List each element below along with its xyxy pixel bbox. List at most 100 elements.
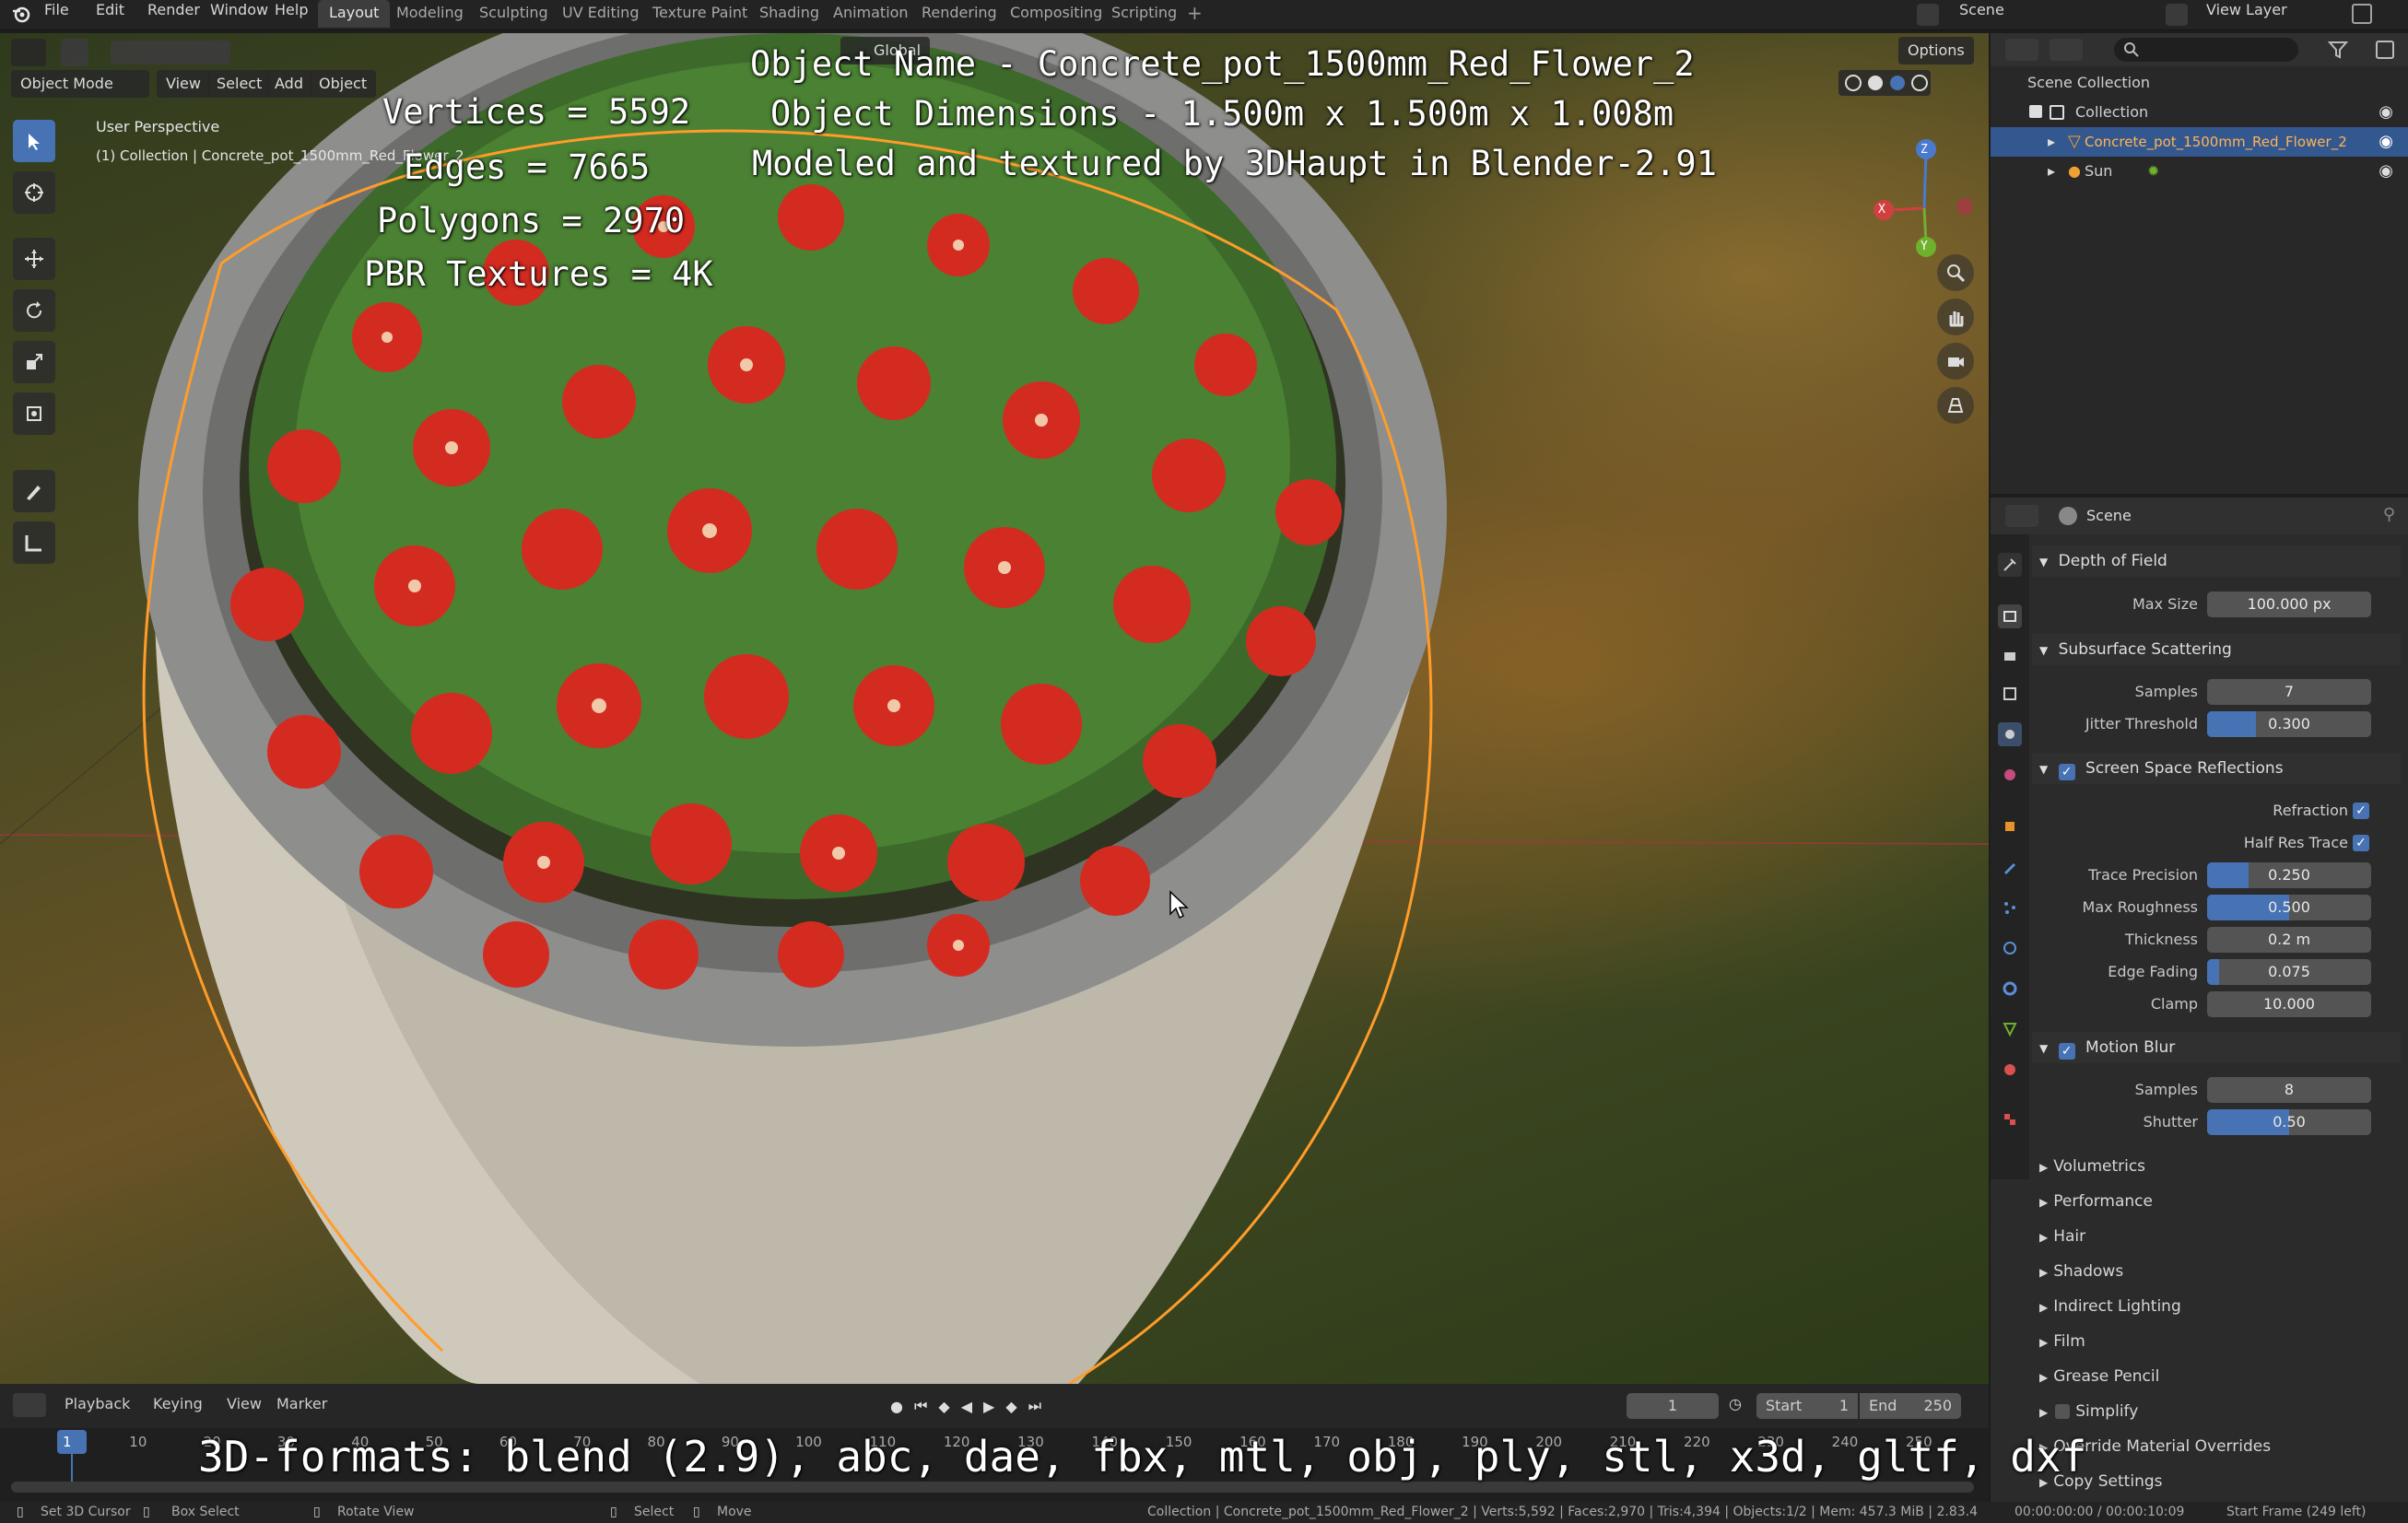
timeline-editor-icon[interactable] — [13, 1393, 46, 1417]
tool-measure[interactable] — [13, 521, 55, 564]
tool-cursor[interactable] — [13, 171, 55, 214]
camera-view-icon[interactable] — [1937, 343, 1974, 380]
tab-animation[interactable]: Animation — [822, 0, 920, 28]
expand-arrow-icon[interactable]: ▸ — [2048, 127, 2055, 157]
section-performance[interactable]: ▶ Performance — [2032, 1186, 2401, 1217]
section-motion-blur[interactable]: ▼ ✓ Motion Blur — [2032, 1032, 2401, 1063]
view-layer-icon[interactable] — [2166, 4, 2188, 26]
tab-layout[interactable]: Layout — [318, 0, 391, 28]
tab-shading[interactable]: Shading — [748, 0, 830, 28]
record-icon[interactable]: ● — [890, 1398, 903, 1415]
section-copy-settings[interactable]: ▶ Copy Settings — [2032, 1466, 2401, 1497]
clamp-field[interactable]: 10.000 — [2207, 991, 2371, 1017]
jump-end-icon[interactable]: ⏭ — [1028, 1397, 1041, 1415]
timeline-menu-marker[interactable]: Marker — [276, 1395, 327, 1412]
collection-checkbox-icon[interactable] — [2029, 105, 2042, 118]
view-layer-name[interactable]: View Layer — [2206, 0, 2287, 30]
new-view-layer-icon[interactable] — [2352, 4, 2372, 24]
tab-uv-editing[interactable]: UV Editing — [551, 0, 650, 28]
outliner-collection[interactable]: Collection ◉ — [1991, 98, 2408, 127]
section-indirect-lighting[interactable]: ▶ Indirect Lighting — [2032, 1291, 2401, 1322]
motion-blur-samples-field[interactable]: 8 — [2207, 1077, 2371, 1103]
visibility-eye-icon[interactable]: ◉ — [2379, 157, 2393, 186]
jump-start-icon[interactable]: ⏮ — [914, 1397, 927, 1415]
section-hair[interactable]: ▶ Hair — [2032, 1221, 2401, 1252]
simplify-checkbox[interactable] — [2055, 1404, 2071, 1419]
viewport-menu-view[interactable]: View — [157, 70, 210, 98]
max-roughness-slider[interactable]: 0.500 — [2207, 895, 2371, 920]
zoom-icon[interactable] — [1937, 254, 1974, 291]
current-frame-field[interactable]: 1 — [1627, 1393, 1719, 1419]
end-frame-field[interactable]: End 250 — [1860, 1393, 1961, 1419]
scene-name[interactable]: Scene — [1959, 0, 2004, 30]
start-frame-field[interactable]: Start 1 — [1756, 1393, 1858, 1419]
display-mode-icon[interactable] — [2050, 39, 2083, 61]
expand-arrow-icon[interactable]: ▸ — [2048, 157, 2055, 186]
menu-file[interactable]: File — [44, 0, 69, 30]
tool-rotate[interactable] — [13, 289, 55, 332]
timeline-menu-keying[interactable]: Keying — [153, 1395, 203, 1412]
filter-icon[interactable] — [2327, 41, 2354, 59]
section-simplify[interactable]: ▶ Simplify — [2032, 1396, 2401, 1427]
refraction-checkbox[interactable]: ✓ — [2353, 803, 2369, 819]
object-mode-dropdown[interactable]: Object Mode — [11, 70, 149, 98]
clock-icon[interactable]: ◷ — [1729, 1395, 1742, 1412]
ssr-enable-checkbox[interactable]: ✓ — [2058, 764, 2075, 780]
selection-modes-icon[interactable] — [111, 41, 230, 64]
blender-logo-icon[interactable] — [11, 4, 31, 24]
section-film[interactable]: ▶ Film — [2032, 1326, 2401, 1357]
tab-modeling[interactable]: Modeling — [385, 0, 475, 28]
output-tab-icon[interactable] — [1998, 643, 2022, 667]
section-depth-of-field[interactable]: ▼ Depth of Field — [2032, 545, 2401, 577]
timeline-scrollbar[interactable] — [11, 1482, 1974, 1493]
outliner-item-pot[interactable]: ▸ ▽ Concrete_pot_1500mm_Red_Flower_2 ◉ — [1991, 127, 2408, 157]
tab-compositing[interactable]: Compositing — [999, 0, 1113, 28]
section-screen-space-reflections[interactable]: ▼ ✓ Screen Space Reflections — [2032, 753, 2401, 784]
timeline-area[interactable]: 1 10 20 30 40 50 60 70 80 90 100 110 120 130 140 150 160… — [0, 1428, 2086, 1502]
visibility-eye-icon[interactable]: ◉ — [2379, 98, 2393, 127]
menu-window[interactable]: Window — [210, 0, 268, 30]
outliner-editor-icon[interactable] — [2005, 39, 2038, 61]
tool-tab-icon[interactable] — [1998, 553, 2022, 577]
section-grease-pencil[interactable]: ▶ Grease Pencil — [2032, 1361, 2401, 1392]
timeline-menu-view[interactable]: View — [227, 1395, 262, 1412]
tool-transform[interactable] — [13, 392, 55, 435]
3d-viewport[interactable]: Object Mode View Select Add Object Globa… — [0, 33, 1989, 1384]
outliner-item-sun[interactable]: ▸ ● Sun ✹ ◉ — [1991, 157, 2408, 186]
menu-render[interactable]: Render — [147, 0, 200, 30]
motion-blur-checkbox[interactable]: ✓ — [2058, 1043, 2075, 1060]
outliner-scene-collection[interactable]: Scene Collection — [1991, 68, 2408, 98]
pin-icon[interactable]: ⚲ — [2383, 505, 2395, 524]
thickness-field[interactable]: 0.2 m — [2207, 927, 2371, 953]
add-workspace-icon[interactable]: + — [1187, 0, 1203, 30]
properties-editor-icon[interactable] — [2005, 505, 2038, 527]
visibility-eye-icon[interactable]: ◉ — [2379, 127, 2393, 157]
menu-edit[interactable]: Edit — [96, 0, 124, 30]
viewport-menu-select[interactable]: Select — [207, 70, 272, 98]
play-icon[interactable]: ▶ — [983, 1398, 994, 1415]
section-material-overrides[interactable]: ▶ Override Material Overrides — [2032, 1431, 2401, 1462]
trace-precision-slider[interactable]: 0.250 — [2207, 862, 2371, 888]
playhead[interactable] — [57, 1430, 87, 1454]
viewport-menu-object[interactable]: Object — [310, 70, 377, 98]
tool-select-box[interactable] — [13, 120, 55, 162]
half-res-trace-checkbox[interactable]: ✓ — [2353, 835, 2369, 851]
scene-selector-icon[interactable] — [1917, 4, 1939, 26]
section-shadows[interactable]: ▶ Shadows — [2032, 1256, 2401, 1287]
pan-hand-icon[interactable] — [1937, 299, 1974, 335]
tool-scale[interactable] — [13, 341, 55, 383]
viewport-menu-add[interactable]: Add — [265, 70, 312, 98]
prev-keyframe-icon[interactable]: ◆ — [938, 1398, 949, 1415]
new-collection-icon[interactable] — [2376, 41, 2394, 59]
object-tab-icon[interactable] — [1998, 814, 2022, 838]
shading-modes-icon[interactable] — [1838, 70, 1931, 96]
editor-type-icon[interactable] — [11, 39, 46, 66]
tab-rendering[interactable]: Rendering — [910, 0, 1008, 28]
section-volumetrics[interactable]: ▶ Volumetrics — [2032, 1151, 2401, 1182]
play-reverse-icon[interactable]: ◀ — [961, 1398, 972, 1415]
outliner-search-input[interactable] — [2114, 38, 2298, 62]
tool-annotate[interactable] — [13, 470, 55, 512]
max-size-field[interactable]: 100.000 px — [2207, 592, 2371, 617]
menu-help[interactable]: Help — [275, 0, 308, 30]
edge-fading-slider[interactable]: 0.075 — [2207, 959, 2371, 985]
